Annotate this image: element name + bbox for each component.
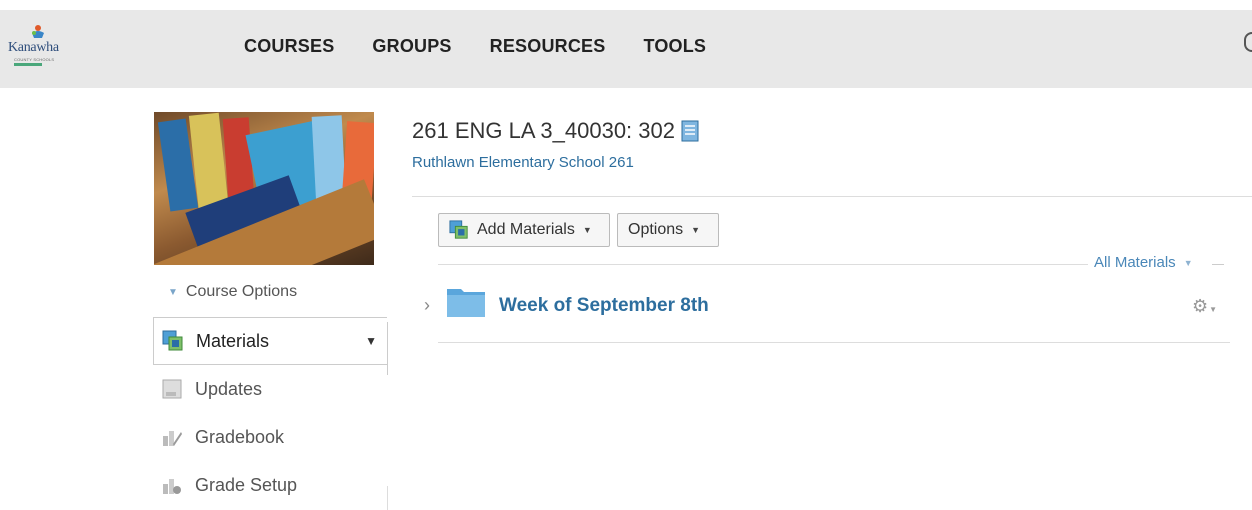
all-materials-filter[interactable]: All Materials ▼ xyxy=(1094,254,1193,271)
nav-resources[interactable]: RESOURCES xyxy=(490,36,606,57)
sidebar-item-label: Grade Setup xyxy=(195,474,298,495)
top-header: Kanawha COUNTY SCHOOLS COURSES GROUPS RE… xyxy=(0,10,1252,88)
options-label: Options xyxy=(628,221,684,238)
sidebar-item-label: Gradebook xyxy=(195,426,285,447)
school-link[interactable]: Ruthlawn Elementary School 261 xyxy=(412,154,1252,171)
filter-label: All Materials xyxy=(1094,254,1176,271)
list-divider xyxy=(438,342,1230,343)
gear-icon[interactable]: ⚙▼ xyxy=(1192,296,1217,317)
folder-title[interactable]: Week of September 8th xyxy=(499,295,709,317)
caret-down-icon: ▼ xyxy=(691,225,701,235)
grade-setup-icon xyxy=(163,479,181,494)
top-strip xyxy=(0,0,1252,10)
add-materials-label: Add Materials xyxy=(477,221,575,238)
main-content: 261 ENG LA 3_40030: 302 Ruthlawn Element… xyxy=(412,118,1252,343)
sidebar-item-label: Updates xyxy=(195,378,263,399)
filter-divider xyxy=(1212,264,1224,265)
course-options-label: Course Options xyxy=(185,283,298,300)
nav-groups[interactable]: GROUPS xyxy=(372,36,451,57)
search-icon[interactable] xyxy=(1244,32,1252,52)
sidebar-divider xyxy=(387,322,388,375)
chevron-right-icon[interactable]: › xyxy=(424,295,430,316)
course-sidebar: ▼ Course Options Materials ▼ Updates Gra… xyxy=(153,112,388,509)
nav-courses[interactable]: COURSES xyxy=(244,36,334,57)
sidebar-item-label: Materials xyxy=(196,330,270,351)
nav-tools[interactable]: TOOLS xyxy=(643,36,706,57)
triangle-down-icon: ▼ xyxy=(168,286,178,298)
list-item[interactable]: › Week of September 8th ⚙▼ xyxy=(412,278,1232,340)
caret-down-icon: ▼ xyxy=(1183,257,1193,268)
course-image xyxy=(154,112,374,265)
sidebar-item-grade-setup[interactable]: Grade Setup xyxy=(153,461,387,509)
toolbar-divider xyxy=(438,264,1088,265)
options-button[interactable]: Options ▼ xyxy=(617,213,719,247)
sidebar-item-gradebook[interactable]: Gradebook xyxy=(153,413,387,461)
caret-down-icon[interactable]: ▼ xyxy=(365,334,377,348)
caret-down-icon: ▼ xyxy=(582,225,592,235)
materials-icon xyxy=(449,220,468,239)
logo-subtext: COUNTY SCHOOLS xyxy=(14,57,55,62)
sidebar-item-materials[interactable]: Materials ▼ xyxy=(153,317,387,365)
sidebar-divider-lower xyxy=(387,486,388,510)
gradebook-icon xyxy=(163,431,182,446)
course-menu: Materials ▼ Updates Gradebook Grade Setu… xyxy=(153,317,387,509)
page-title: 261 ENG LA 3_40030: 302 xyxy=(412,118,1252,144)
materials-icon xyxy=(162,330,183,351)
kanawha-logo[interactable]: Kanawha COUNTY SCHOOLS xyxy=(8,24,68,74)
add-materials-button[interactable]: Add Materials ▼ xyxy=(438,213,610,247)
sidebar-item-updates[interactable]: Updates xyxy=(153,365,387,413)
course-book-icon xyxy=(681,120,699,142)
course-options-toggle[interactable]: ▼ Course Options xyxy=(168,283,388,301)
logo-text: Kanawha xyxy=(8,40,59,55)
logo-figure-icon xyxy=(32,25,44,38)
header-divider xyxy=(412,196,1252,197)
main-nav: COURSES GROUPS RESOURCES TOOLS xyxy=(244,36,744,57)
updates-icon xyxy=(162,379,182,399)
folder-icon xyxy=(447,289,485,317)
logo-tagline-bar xyxy=(14,63,42,66)
course-title: 261 ENG LA 3_40030: 302 xyxy=(412,118,675,143)
